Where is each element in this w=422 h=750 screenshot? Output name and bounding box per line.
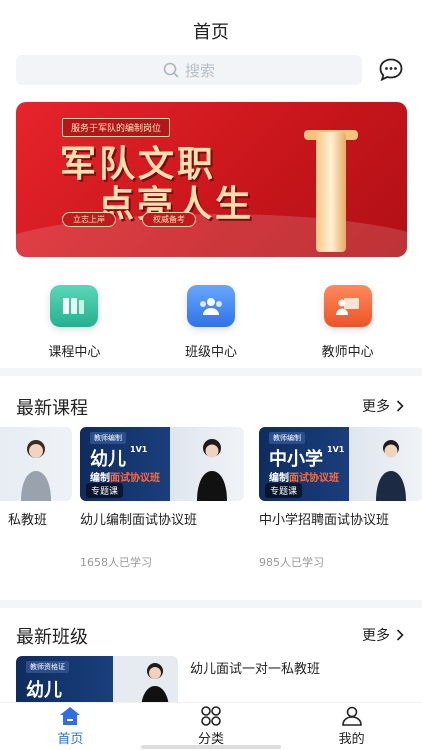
page-title: 首页: [193, 22, 229, 43]
teacher-icon: [323, 285, 372, 327]
thumb-badge: 教师编制: [269, 432, 305, 444]
more-classes-link[interactable]: 更多: [362, 625, 404, 645]
books-icon: [50, 285, 99, 327]
shortcut-label: 课程中心: [48, 345, 101, 360]
teacher-portrait: [197, 439, 227, 501]
learner-count: 985人已学习: [259, 556, 324, 569]
chevron-right-icon: [396, 400, 404, 412]
course-name: 幼儿编制面试协议班: [80, 513, 198, 528]
teacher-portrait: [21, 440, 51, 501]
user-icon: [341, 706, 362, 726]
section-title-courses: 最新课程: [16, 398, 88, 419]
section-title-classes: 最新班级: [16, 627, 88, 648]
tab-profile[interactable]: 我的: [312, 706, 392, 747]
search-icon: [163, 62, 179, 78]
banner-pill-2: 权威备考: [142, 212, 196, 227]
course-name: 私教班: [8, 513, 48, 528]
tab-home[interactable]: 首页: [30, 706, 110, 747]
tab-label: 首页: [57, 732, 84, 747]
shortcut-grid: 课程中心 班级中心 教师中心: [0, 285, 422, 360]
group-icon: [186, 285, 235, 327]
section-divider: [0, 600, 422, 608]
home-page: 首页 搜索 服务于军队的编制岗位 军队文职 点亮人生 立志上岸 权威备考 课程中…: [0, 0, 422, 750]
tab-category[interactable]: 分类: [171, 706, 251, 747]
course-thumbnail: 教师编制 中小学 1V1 编制面试协议班 专题课: [259, 427, 422, 501]
course-name: 中小学招聘面试协议班: [259, 513, 390, 528]
more-label: 更多: [362, 628, 390, 644]
bottom-tab-bar: 首页 分类 我的: [0, 702, 422, 750]
teacher-portrait: [141, 663, 169, 708]
thumb-title: 幼儿: [26, 680, 62, 701]
course-type-label: 专题课: [86, 483, 124, 498]
course-card[interactable]: 私教班: [0, 427, 80, 528]
section-divider: [0, 368, 422, 376]
class-thumbnail[interactable]: 教师资格证 幼儿: [16, 656, 178, 708]
teacher-portrait: [376, 440, 406, 501]
banner-pillar-decoration: [316, 132, 346, 252]
chat-bubble-icon[interactable]: [378, 57, 404, 83]
thumb-subtitle: 编制面试协议班: [90, 473, 160, 484]
class-name[interactable]: 幼儿面试一对一私教班: [190, 658, 320, 677]
course-carousel[interactable]: 私教班 教师编制 幼儿 1V1 编制面试协议班 专题课 幼儿编制面试协议班 165…: [0, 427, 422, 597]
thumb-title: 幼儿 1V1: [90, 445, 148, 470]
shortcut-teacher-center[interactable]: 教师中心: [293, 285, 403, 360]
course-card[interactable]: 教师编制 中小学 1V1 编制面试协议班 专题课 中小学招聘面试协议班 985人已…: [259, 427, 422, 570]
more-label: 更多: [362, 399, 390, 415]
home-indicator: [141, 745, 281, 749]
shortcut-label: 教师中心: [321, 345, 374, 360]
course-card[interactable]: 教师编制 幼儿 1V1 编制面试协议班 专题课 幼儿编制面试协议班 1658人已学…: [80, 427, 252, 570]
thumb-title: 中小学 1V1: [269, 445, 345, 470]
course-type-label: 专题课: [265, 483, 303, 498]
banner-pill-1: 立志上岸: [62, 212, 116, 227]
tab-label: 我的: [338, 732, 365, 747]
thumb-badge: 教师编制: [90, 432, 126, 444]
learner-count: 1658人已学习: [80, 556, 152, 569]
shortcut-course-center[interactable]: 课程中心: [19, 285, 129, 360]
home-icon: [60, 707, 81, 725]
search-placeholder: 搜索: [184, 61, 215, 80]
more-courses-link[interactable]: 更多: [362, 396, 404, 416]
search-bar[interactable]: 搜索: [16, 55, 362, 85]
thumb-subtitle: 编制面试协议班: [269, 473, 339, 484]
promo-banner[interactable]: 服务于军队的编制岗位 军队文职 点亮人生 立志上岸 权威备考: [16, 102, 407, 257]
chevron-right-icon: [396, 629, 404, 641]
shortcut-label: 班级中心: [184, 345, 237, 360]
course-thumbnail: [0, 427, 72, 501]
course-thumbnail: 教师编制 幼儿 1V1 编制面试协议班 专题课: [80, 427, 244, 501]
category-icon: [201, 706, 221, 726]
thumb-badge: 教师资格证: [26, 661, 69, 673]
shortcut-class-center[interactable]: 班级中心: [156, 285, 266, 360]
